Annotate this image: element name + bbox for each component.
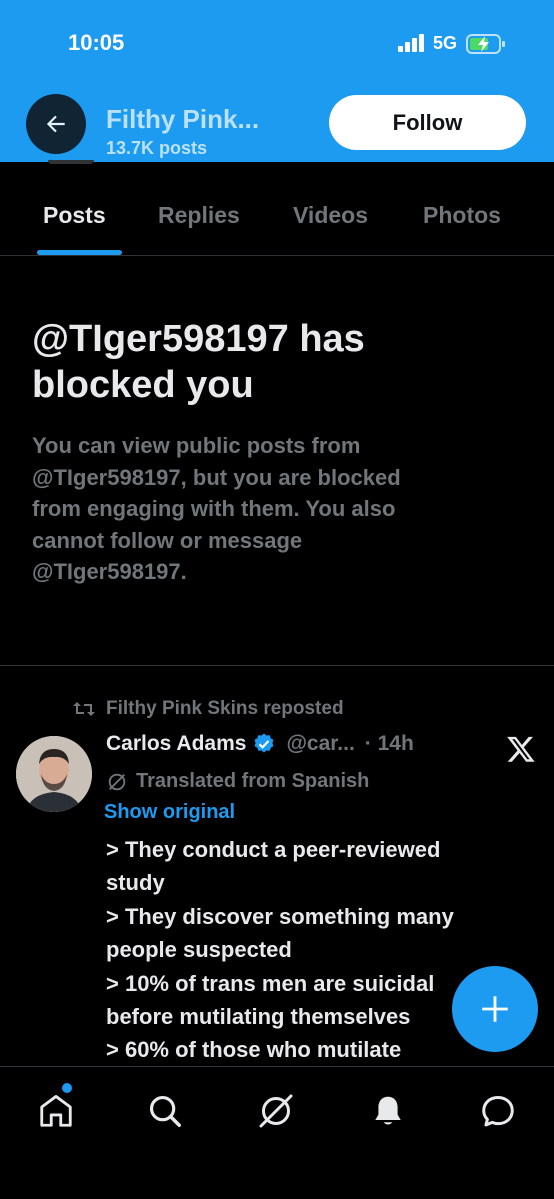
follow-button[interactable]: Follow — [329, 95, 526, 150]
tab-videos[interactable]: Videos — [293, 202, 368, 229]
post-header: Carlos Adams @car... · 14h — [106, 732, 414, 756]
translated-label: Translated from Spanish — [136, 770, 370, 792]
signal-icon — [398, 34, 426, 52]
blocked-description: You can view public posts from @TIger598… — [32, 433, 401, 584]
tab-replies[interactable]: Replies — [158, 202, 240, 229]
notification-dot — [62, 1083, 72, 1093]
posts-count: 13.7K posts — [106, 138, 208, 158]
blocked-notice: @TIger598197 has blocked you You can vie… — [32, 316, 532, 588]
translate-icon — [108, 773, 126, 790]
arrow-left-icon — [46, 115, 65, 133]
nav-grok[interactable] — [254, 1089, 298, 1133]
search-icon — [149, 1095, 181, 1127]
avatar-photo — [16, 736, 92, 812]
verified-badge-icon — [254, 733, 274, 753]
messages-icon — [482, 1096, 514, 1127]
post-author[interactable]: Carlos Adams — [106, 732, 246, 756]
nav-messages[interactable] — [476, 1089, 520, 1133]
section-divider — [0, 665, 554, 666]
blocked-title: @TIger598197 has blocked you — [32, 318, 365, 406]
x-logo-icon — [507, 736, 535, 762]
post-time: · 14h — [364, 732, 414, 755]
grok-icon — [259, 1094, 293, 1128]
status-time: 10:05 — [68, 30, 125, 55]
status-bar: 10:05 5G — [0, 0, 554, 90]
network-type: 5G — [433, 33, 458, 53]
post-handle[interactable]: @car... — [286, 732, 354, 756]
repost-icon — [73, 702, 95, 716]
compose-button[interactable] — [452, 966, 538, 1052]
profile-header: Filthy Pink... 13.7K posts Follow — [0, 90, 554, 162]
tab-posts[interactable]: Posts — [43, 202, 106, 229]
repost-label: Filthy Pink Skins reposted — [106, 698, 344, 719]
plus-icon — [482, 996, 508, 1022]
tab-photos[interactable]: Photos — [423, 202, 501, 229]
notifications-icon — [375, 1096, 401, 1125]
translation-note: Translated from Spanish — [106, 770, 369, 793]
active-tab-indicator — [37, 250, 122, 255]
nav-home[interactable] — [34, 1089, 78, 1133]
nav-search[interactable] — [143, 1089, 187, 1133]
repost-indicator: Filthy Pink Skins reposted — [72, 698, 344, 720]
battery-charging-icon — [466, 34, 505, 54]
profile-tabs: Posts Replies Videos Photos — [0, 182, 554, 256]
show-original-link[interactable]: Show original — [104, 801, 235, 824]
nav-notifications[interactable] — [366, 1089, 410, 1133]
profile-name: Filthy Pink... — [106, 104, 260, 134]
header-shadow — [48, 160, 94, 164]
back-button[interactable] — [26, 94, 86, 154]
bottom-navigation — [0, 1066, 554, 1199]
home-icon — [40, 1095, 72, 1127]
avatar[interactable] — [16, 736, 92, 812]
